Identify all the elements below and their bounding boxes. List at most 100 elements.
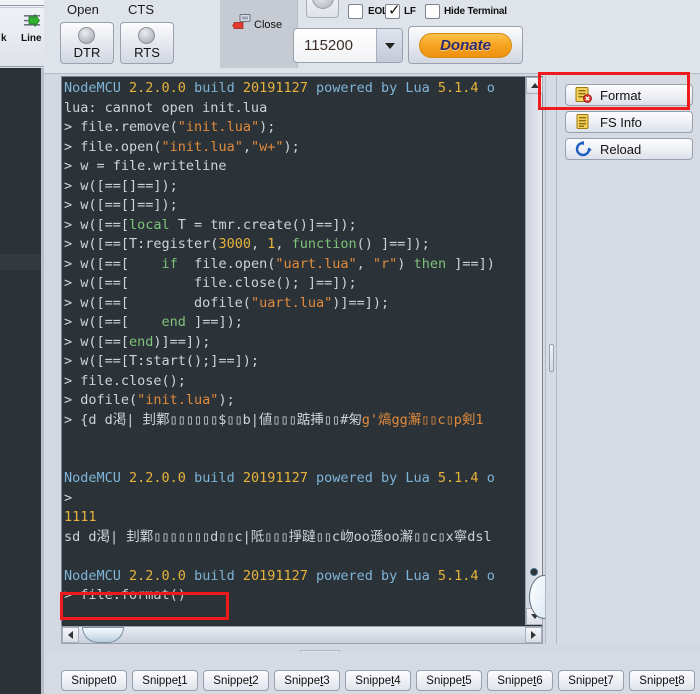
terminal-text: then bbox=[413, 255, 447, 272]
snippet-button-5[interactable]: Snippet5 bbox=[416, 670, 482, 691]
terminal-text: sd d渇| 刲鄴▯▯▯▯▯▯▯d▯▯c|阺▯▯▯掙躂▯▯c岉oo遜oo澥▯▯c… bbox=[64, 528, 492, 545]
terminal-text: , bbox=[275, 236, 292, 252]
reload-circular-arrow-icon bbox=[574, 140, 594, 157]
terminal-text: build bbox=[185, 470, 243, 486]
file-info-icon bbox=[574, 114, 594, 130]
terminal-text: > w([==[ file.close(); ]==]); bbox=[64, 275, 357, 291]
terminal-text: )]==]); bbox=[332, 294, 390, 311]
rts-led-icon bbox=[138, 27, 155, 44]
terminal-text: powered by Lua bbox=[307, 470, 438, 486]
snippet-button-0[interactable]: Snippet0 bbox=[61, 670, 127, 691]
terminal-line: lua: cannot open init.lua bbox=[64, 99, 526, 119]
toolbar-rule-top bbox=[0, 5, 44, 6]
scroll-left-button[interactable] bbox=[62, 627, 79, 643]
terminal-horizontal-scrollbar[interactable] bbox=[61, 626, 543, 644]
terminal-text: o bbox=[478, 567, 495, 584]
baud-dropdown-arrow[interactable] bbox=[376, 29, 402, 62]
terminal-text: powered by Lua bbox=[307, 80, 438, 96]
terminal-line: > file.close(); bbox=[64, 372, 526, 392]
terminal-text: > w([==[ bbox=[64, 216, 130, 233]
terminal-text: "init.lua" bbox=[137, 392, 219, 408]
snippet-button-label: Snippet8 bbox=[639, 674, 685, 687]
donate-button[interactable]: Donate bbox=[408, 26, 523, 64]
splitter-grip-icon[interactable] bbox=[549, 344, 554, 372]
terminal-text: > {d d渇| 刲鄴▯▯▯▯▯▯$▯▯b|値▯▯▯踮挿▯▯#匊 bbox=[64, 411, 362, 428]
terminal-line: > w([==[ end ]==]); bbox=[64, 313, 526, 333]
snippet-button-4[interactable]: Snippet4 bbox=[345, 670, 411, 691]
snippet-button-1[interactable]: Snippet1 bbox=[132, 670, 198, 691]
fs-info-button-label: FS Info bbox=[600, 114, 642, 130]
format-button-highlight bbox=[538, 72, 690, 110]
close-port-label: Close bbox=[254, 19, 283, 31]
rts-button-label: RTS bbox=[134, 45, 160, 60]
terminal-text: > w([==[ dofile( bbox=[64, 294, 251, 311]
snippet-button-label: Snippet1 bbox=[142, 674, 188, 687]
terminal-text: local bbox=[129, 216, 170, 233]
terminal-text: )]==]); bbox=[153, 333, 211, 350]
terminal-text: 20191127 bbox=[242, 567, 308, 584]
terminal-text: 2.2.0.0 bbox=[129, 80, 186, 96]
terminal-text: > bbox=[64, 489, 73, 506]
terminal-text: > file.close(); bbox=[64, 372, 186, 389]
file-actions-panel: Format FS Info Reload bbox=[557, 76, 700, 644]
terminal-text: "uart.lua" bbox=[250, 294, 333, 311]
close-port-icon bbox=[232, 14, 254, 32]
terminal-text: 1111 bbox=[64, 509, 97, 525]
green-right-arrow-icon[interactable] bbox=[24, 13, 40, 28]
top-toolbar: Open CTS DTR RTS Close EOL ✓ LF Hide Ter… bbox=[44, 0, 700, 74]
horizontal-scroll-thumb[interactable] bbox=[82, 627, 124, 643]
terminal-text: > w([==[]==]); bbox=[64, 197, 178, 213]
snippet-button-label: Snippet6 bbox=[497, 674, 543, 687]
caret-left-icon bbox=[68, 631, 73, 639]
toolbar-label-k: k bbox=[1, 33, 7, 44]
terminal-text: > w([==[ bbox=[64, 314, 162, 330]
left-toolbar-box: k Line bbox=[0, 0, 44, 67]
terminal-text: > w = file.writeline bbox=[64, 158, 227, 174]
snippet-button-2[interactable]: Snippet2 bbox=[203, 670, 269, 691]
snippet-button-6[interactable]: Snippet6 bbox=[487, 670, 553, 691]
snippet-button-8[interactable]: Snippet8 bbox=[629, 670, 695, 691]
terminal-line: NodeMCU 2.2.0.0 build 20191127 powered b… bbox=[64, 469, 526, 489]
terminal-output[interactable]: NodeMCU 2.2.0.0 build 20191127 powered b… bbox=[62, 77, 526, 625]
hide-terminal-checkbox[interactable] bbox=[425, 4, 440, 19]
scroll-right-button[interactable] bbox=[525, 627, 542, 643]
terminal-text: lua: cannot open init.lua bbox=[64, 99, 268, 116]
terminal-text: , bbox=[242, 138, 251, 155]
terminal-line: > w = file.writeline bbox=[64, 157, 526, 177]
rts-button[interactable]: RTS bbox=[120, 22, 174, 64]
terminal-text: > dofile( bbox=[64, 392, 138, 408]
eol-checkbox[interactable] bbox=[348, 4, 363, 19]
baud-rate-select[interactable]: 115200 bbox=[293, 28, 403, 63]
dtr-button[interactable]: DTR bbox=[60, 22, 114, 64]
chevron-down-icon bbox=[384, 42, 395, 49]
lf-checkbox[interactable]: ✓ bbox=[385, 3, 401, 19]
snippet-button-label: Snippet0 bbox=[71, 674, 117, 687]
knob-button[interactable] bbox=[306, 0, 339, 18]
terminal-text: > w([==[]==]); bbox=[64, 177, 178, 194]
terminal-line: > w([==[end)]==]); bbox=[64, 333, 526, 353]
terminal-line: > w([==[ if file.open("uart.lua", "r") t… bbox=[64, 255, 526, 275]
terminal-text: 5.1.4 bbox=[437, 80, 479, 96]
close-port-button[interactable]: Close bbox=[220, 0, 298, 68]
terminal-text: , bbox=[356, 255, 373, 272]
snippet-button-label: Snippet3 bbox=[284, 674, 330, 687]
terminal-text: ); bbox=[218, 392, 235, 408]
reload-button[interactable]: Reload bbox=[565, 138, 693, 160]
terminal-line: > w([==[ dofile("uart.lua")]==]); bbox=[64, 294, 526, 314]
terminal-vertical-scrollbar[interactable] bbox=[525, 77, 543, 625]
panel-splitter[interactable] bbox=[545, 76, 557, 644]
terminal-text: o bbox=[478, 470, 495, 486]
terminal-text: 2.2.0.0 bbox=[129, 470, 186, 486]
snippet-button-7[interactable]: Snippet7 bbox=[558, 670, 624, 691]
terminal-text: > w([==[ bbox=[64, 333, 130, 350]
fs-info-button[interactable]: FS Info bbox=[565, 111, 693, 133]
terminal-text: NodeMCU bbox=[64, 470, 130, 486]
terminal-text: "w+" bbox=[250, 138, 284, 155]
snippet-button-label: Snippet5 bbox=[426, 674, 472, 687]
terminal-text: build bbox=[185, 80, 243, 96]
terminal-text: 5.1.4 bbox=[437, 567, 479, 584]
donate-button-label: Donate bbox=[419, 32, 512, 58]
snippet-button-3[interactable]: Snippet3 bbox=[274, 670, 340, 691]
terminal-line: > file.open("init.lua","w+"); bbox=[64, 138, 526, 158]
